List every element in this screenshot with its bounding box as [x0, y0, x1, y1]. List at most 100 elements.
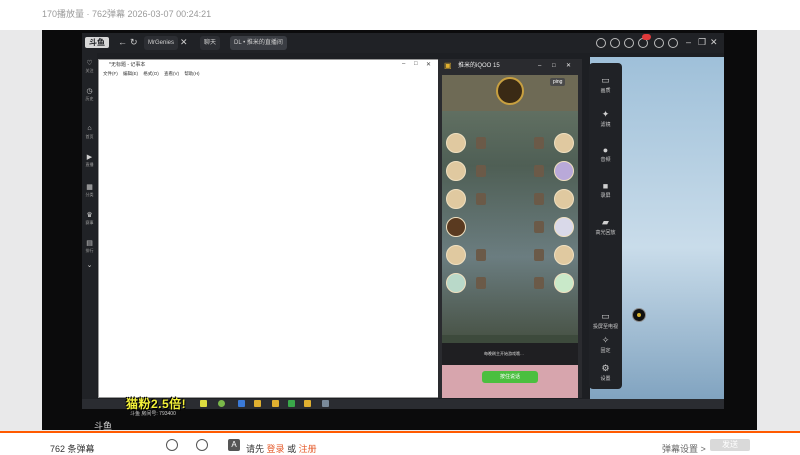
restore-icon[interactable]: ❐ — [698, 37, 706, 48]
tool-highlight[interactable]: ▰ 高光回放 — [589, 217, 622, 236]
video-player[interactable]: 斗鱼 ← ↻ MrGenies ✕ 聊天 DL • 推米的直播间 – ❐ ✕ ♡… — [0, 30, 800, 430]
danmaku-count: 762 条弹幕 — [50, 444, 95, 454]
phone-screen[interactable]: ping 每晚刷主开始游戏哦… 按住说话 — [442, 75, 578, 398]
notepad-minimize-icon[interactable]: – — [402, 61, 405, 67]
tool-settings[interactable]: ⚙ 设置 — [589, 363, 622, 382]
danmaku-toggle-icon[interactable] — [166, 439, 178, 451]
phone-device-name: 推米的iQOO 15 — [458, 63, 500, 69]
grid-icon[interactable]: ▦ — [82, 183, 97, 191]
taskbar-app-icon[interactable] — [304, 400, 311, 407]
record-icon[interactable] — [610, 38, 620, 48]
capture-tool-panel: ▭ 画质 ✦ 滤镜 ● 音频 ■ 录屏 ▰ 高光回放 ▭ 投屏至电视 ✧ 固定 ⚙ 设置 — [589, 63, 622, 389]
player-seat — [476, 165, 486, 177]
avatar[interactable] — [446, 217, 466, 237]
taskbar-app-icon[interactable] — [218, 400, 225, 407]
chart-icon[interactable]: ▤ — [82, 239, 97, 247]
camera-icon: ■ — [602, 181, 609, 191]
sidenav-label: 直播 — [85, 162, 94, 167]
avatar[interactable] — [554, 133, 574, 153]
menu-file[interactable]: 文件(F) — [103, 71, 118, 76]
avatar[interactable] — [446, 189, 466, 209]
back-icon[interactable]: ← — [118, 37, 127, 47]
avatar[interactable] — [446, 161, 466, 181]
menu-view[interactable]: 查看(V) — [164, 71, 179, 76]
avatar[interactable] — [554, 161, 574, 181]
tab-live-room[interactable]: DL • 推米的直播间 — [230, 36, 287, 50]
send-button[interactable]: 发送 — [710, 439, 750, 451]
heart-icon[interactable]: ♡ — [82, 59, 97, 67]
player-margin-right — [757, 30, 800, 430]
game-hint-text: 每晚刷主开始游戏哦… — [484, 351, 524, 356]
avatar[interactable] — [668, 38, 678, 48]
tab-mrgenies[interactable]: MrGenies — [144, 36, 179, 50]
menu-format[interactable]: 格式(O) — [143, 71, 159, 76]
taskbar-app-icon[interactable] — [288, 400, 295, 407]
push-to-talk-button[interactable]: 按住说话 — [482, 371, 538, 383]
phone-maximize-icon[interactable]: □ — [552, 59, 556, 73]
avatar[interactable] — [446, 245, 466, 265]
avatar[interactable] — [554, 189, 574, 209]
tool-record[interactable]: ■ 录屏 — [589, 181, 622, 199]
tool-cast[interactable]: ▭ 投屏至电视 — [589, 311, 622, 330]
danmaku-style-icon[interactable] — [196, 439, 208, 451]
sidenav-label: 历史 — [85, 96, 94, 101]
menu-help[interactable]: 帮助(H) — [184, 71, 199, 76]
player-seat — [476, 249, 486, 261]
or-text: 或 — [287, 444, 297, 454]
check-icon[interactable] — [624, 38, 634, 48]
danmaku-bar: 762 条弹幕 A 请先 登录 或 注册 弹幕设置 > 发送 — [0, 430, 800, 454]
register-link[interactable]: 注册 — [299, 444, 317, 454]
notepad-maximize-icon[interactable]: □ — [414, 61, 418, 67]
phone-mirror-window[interactable]: ▣ 推米的iQOO 15 – □ ✕ ping 每晚刷主开始游戏哦… 按住说话 — [438, 59, 582, 398]
notepad-window[interactable]: *无标题 - 记事本 – □ ✕ 文件(F) 编辑(E) 格式(O) 查看(V)… — [98, 59, 439, 398]
monitor-icon: ▭ — [601, 311, 610, 321]
tool-audio[interactable]: ● 音频 — [589, 145, 622, 163]
phone-minimize-icon[interactable]: – — [538, 59, 541, 73]
minimize-icon[interactable]: – — [686, 37, 691, 47]
avatar[interactable] — [554, 217, 574, 237]
chevron-down-icon[interactable]: ⌄ — [82, 261, 97, 269]
player-seat — [534, 249, 544, 261]
window-close-icon[interactable]: ✕ — [710, 37, 718, 48]
history-icon[interactable] — [596, 38, 606, 48]
tool-pin[interactable]: ✧ 固定 — [589, 335, 622, 354]
menu-edit[interactable]: 编辑(E) — [123, 71, 138, 76]
taskbar-app-icon[interactable] — [272, 400, 279, 407]
video-frame[interactable]: 斗鱼 ← ↻ MrGenies ✕ 聊天 DL • 推米的直播间 – ❐ ✕ ♡… — [42, 30, 757, 430]
ping-badge: ping — [550, 78, 566, 86]
clock-icon[interactable]: ◷ — [82, 87, 97, 95]
login-link[interactable]: 登录 — [267, 444, 285, 454]
mic-icon: ● — [602, 145, 609, 155]
taskbar-app-icon[interactable] — [254, 400, 261, 407]
taskbar-app-icon[interactable] — [238, 400, 245, 407]
refresh-icon[interactable]: ↻ — [130, 37, 138, 48]
progress-bar[interactable] — [0, 431, 800, 433]
phone-app-icon: ▣ — [444, 61, 452, 70]
avatar[interactable] — [446, 273, 466, 293]
player-seat — [476, 193, 486, 205]
avatar[interactable] — [554, 273, 574, 293]
phone-close-icon[interactable]: ✕ — [566, 59, 571, 73]
font-style-icon[interactable]: A — [228, 439, 240, 451]
play-icon[interactable]: ▶ — [82, 153, 97, 161]
avatar[interactable] — [446, 133, 466, 153]
notification-badge — [642, 34, 651, 40]
notepad-close-icon[interactable]: ✕ — [426, 61, 431, 68]
video-meta-bar: 170播放量 · 762弹幕 2026-03-07 00:24:21 — [0, 0, 800, 30]
floating-record-button[interactable] — [632, 308, 646, 322]
close-icon[interactable]: ✕ — [180, 37, 188, 48]
crown-icon[interactable] — [654, 38, 664, 48]
tool-quality[interactable]: ▭ 画质 — [589, 75, 622, 94]
danmaku-settings-link[interactable]: 弹幕设置 > — [662, 442, 706, 455]
avatar[interactable] — [554, 245, 574, 265]
home-icon[interactable]: ⌂ — [82, 125, 97, 132]
taskbar-app-icon[interactable] — [200, 400, 207, 407]
taskbar-app-icon[interactable] — [322, 400, 329, 407]
player-seat — [534, 221, 544, 233]
player-seat — [476, 277, 486, 289]
wand-icon: ✦ — [601, 109, 610, 119]
tool-filter[interactable]: ✦ 滤镜 — [589, 109, 622, 128]
tab-chat[interactable]: 聊天 — [200, 36, 221, 50]
login-prompt: 请先 登录 或 注册 — [246, 442, 317, 455]
trophy-icon[interactable]: ♛ — [82, 211, 97, 219]
